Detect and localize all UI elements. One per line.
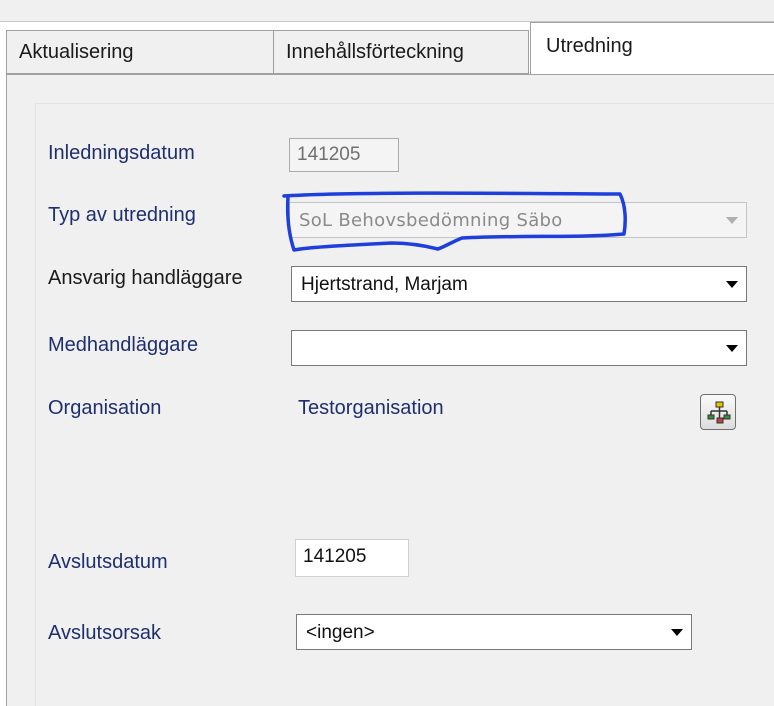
avslutsorsak-label: Avslutsorsak [48, 622, 162, 644]
chevron-down-icon [726, 217, 738, 224]
inledningsdatum-label: Inledningsdatum [48, 142, 195, 164]
tab-aktualisering[interactable]: Aktualisering [6, 30, 274, 74]
ansvarig-handlaggare-value: Hjertstrand, Marjam [301, 274, 468, 295]
organisation-label: Organisation [48, 397, 162, 419]
avslutsdatum-input[interactable]: 141205 [295, 539, 409, 577]
tab-label: Utredning [546, 35, 633, 57]
tab-utredning[interactable]: Utredning [530, 22, 774, 75]
typ-av-utredning-select: SoL Behovsbedömning Säbo [289, 202, 747, 238]
medhandlaggare-select[interactable] [291, 330, 747, 366]
tab-label: Aktualisering [19, 41, 134, 63]
ansvarig-handlaggare-label: Ansvarig handläggare [48, 267, 243, 289]
avslutsorsak-select[interactable]: <ingen> [296, 614, 692, 650]
ansvarig-handlaggare-select[interactable]: Hjertstrand, Marjam [291, 266, 747, 302]
chevron-down-icon[interactable] [671, 629, 683, 636]
avslutsorsak-value: <ingen> [306, 622, 375, 643]
tab-innehallsforteckning[interactable]: Innehållsförteckning [273, 30, 529, 74]
chevron-down-icon[interactable] [726, 345, 738, 352]
inledningsdatum-field: 141205 [289, 138, 399, 172]
chevron-down-icon[interactable] [726, 281, 738, 288]
tab-strip: Aktualisering Innehållsförteckning Utred… [0, 22, 774, 75]
avslutsdatum-label: Avslutsdatum [48, 551, 168, 573]
org-chart-icon [707, 401, 731, 424]
top-bar [0, 0, 774, 22]
typ-av-utredning-label: Typ av utredning [48, 204, 196, 226]
organisation-value: Testorganisation [298, 397, 444, 419]
organisation-picker-button[interactable] [700, 394, 736, 430]
typ-av-utredning-value: SoL Behovsbedömning Säbo [299, 210, 563, 231]
medhandlaggare-label: Medhandläggare [48, 334, 199, 356]
tab-label: Innehållsförteckning [286, 41, 464, 63]
